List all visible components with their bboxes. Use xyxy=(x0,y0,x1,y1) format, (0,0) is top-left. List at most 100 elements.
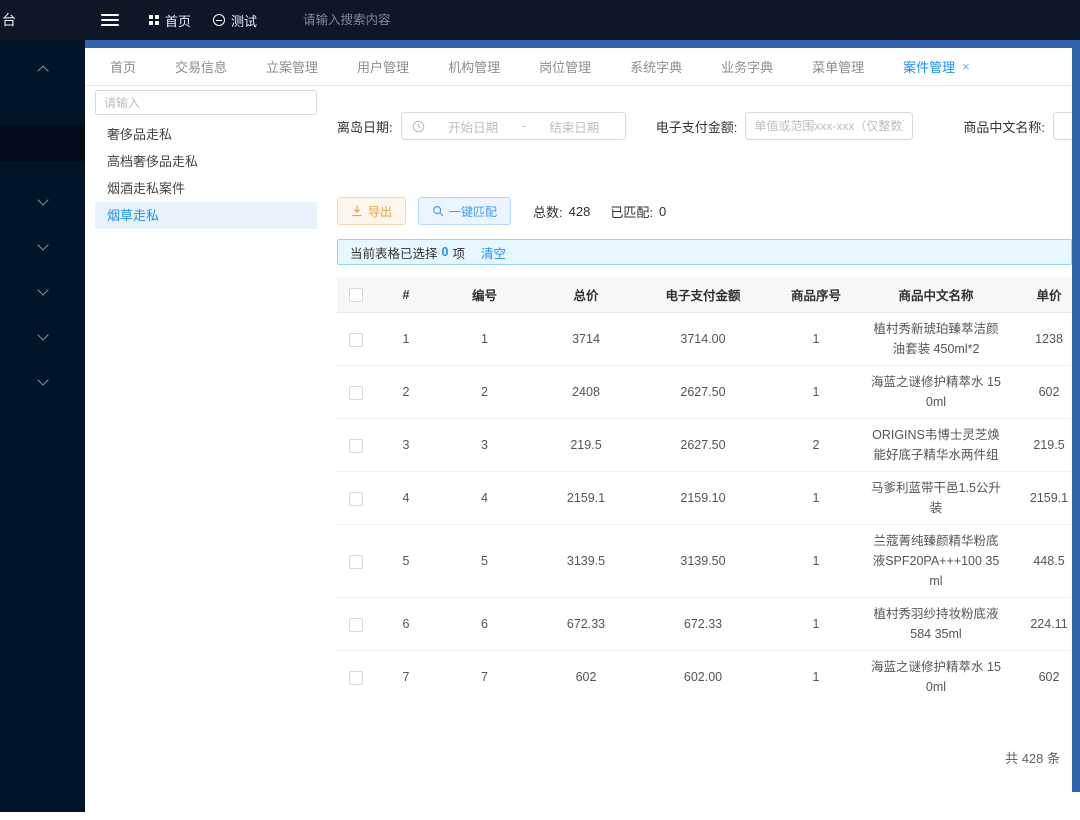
sidebar-item-1[interactable] xyxy=(0,179,85,224)
product-name-filter-label: 商品中文名称: xyxy=(963,117,1045,136)
cell-code: 1 xyxy=(437,313,532,366)
cell-code: 5 xyxy=(437,525,532,598)
table-header-row: # 编号 总价 电子支付金额 商品序号 商品中文名称 单价 xyxy=(337,277,1072,313)
nav-home[interactable]: 首页 xyxy=(149,11,191,30)
tab-home[interactable]: 首页 xyxy=(110,57,136,76)
row-checkbox[interactable] xyxy=(349,333,363,347)
table-row[interactable]: 7 7 602 602.00 1 海蓝之谜修护精萃水 150ml 602 xyxy=(337,651,1072,703)
selection-unit: 项 xyxy=(452,243,465,262)
product-name-input[interactable] xyxy=(1053,112,1072,140)
menu-toggle-icon[interactable] xyxy=(101,14,119,26)
cell-unit: 219.5 xyxy=(1006,419,1072,472)
col-product-name: 商品中文名称 xyxy=(866,277,1006,313)
cell-epay: 2627.50 xyxy=(640,419,766,472)
sidebar-item-4[interactable] xyxy=(0,314,85,359)
sidebar-item-active[interactable] xyxy=(0,125,85,161)
toolbar: 导出 一键匹配 总数: 428 已匹配: 0 xyxy=(337,197,1072,225)
date-separator: - xyxy=(522,119,526,133)
tree-item-tobacco-alcohol[interactable]: 烟酒走私案件 xyxy=(95,175,317,202)
cell-seq: 1 xyxy=(766,472,866,525)
tab-org-management[interactable]: 机构管理 xyxy=(448,57,500,76)
sidebar-item-5[interactable] xyxy=(0,359,85,404)
cell-epay: 2627.50 xyxy=(640,366,766,419)
date-end-placeholder[interactable]: 结束日期 xyxy=(534,117,615,136)
cell-unit: 448.5 xyxy=(1006,525,1072,598)
cell-name: 植村秀羽纱持妆粉底液 584 35ml xyxy=(866,598,1006,651)
tab-transaction-info[interactable]: 交易信息 xyxy=(175,57,227,76)
chevron-up-icon xyxy=(37,65,48,76)
global-search xyxy=(303,11,453,29)
tab-post-management[interactable]: 岗位管理 xyxy=(539,57,591,76)
match-stats: 总数: 428 已匹配: 0 xyxy=(533,202,666,221)
cell-epay: 2159.10 xyxy=(640,472,766,525)
row-checkbox[interactable] xyxy=(349,492,363,506)
tab-bar: 首页 交易信息 立案管理 用户管理 机构管理 岗位管理 系统字典 业务字典 菜单… xyxy=(85,48,1072,86)
tab-system-dict[interactable]: 系统字典 xyxy=(630,57,682,76)
sidebar-item-expanded[interactable] xyxy=(0,49,85,87)
tree-item-highend-luxury[interactable]: 高档奢侈品走私 xyxy=(95,148,317,175)
row-checkbox[interactable] xyxy=(349,386,363,400)
tab-case-management[interactable]: 案件管理 × xyxy=(903,57,970,76)
table-row[interactable]: 1 1 3714 3714.00 1 植村秀新琥珀臻萃洁颜油套装 450ml*2… xyxy=(337,313,1072,366)
match-button-label: 一键匹配 xyxy=(449,203,497,220)
nav-test[interactable]: 测试 xyxy=(213,11,257,30)
select-all-checkbox[interactable] xyxy=(349,288,363,302)
tree-item-tobacco[interactable]: 烟草走私 xyxy=(95,202,317,229)
sidebar-item-2[interactable] xyxy=(0,224,85,269)
tab-menu-management[interactable]: 菜单管理 xyxy=(812,57,864,76)
table-row[interactable]: 6 6 672.33 672.33 1 植村秀羽纱持妆粉底液 584 35ml … xyxy=(337,598,1072,651)
row-checkbox[interactable] xyxy=(349,671,363,685)
cell-index: 6 xyxy=(375,598,437,651)
cell-index: 3 xyxy=(375,419,437,472)
cell-code: 7 xyxy=(437,651,532,703)
cell-code: 2 xyxy=(437,366,532,419)
epay-amount-input[interactable] xyxy=(745,112,913,140)
matched-value: 0 xyxy=(659,204,666,219)
sidebar-spacer xyxy=(0,87,85,125)
tree-search-input[interactable] xyxy=(95,90,317,115)
cell-seq: 1 xyxy=(766,525,866,598)
tab-filing-management[interactable]: 立案管理 xyxy=(266,57,318,76)
app-logo: 台 xyxy=(0,10,85,30)
data-table: # 编号 总价 电子支付金额 商品序号 商品中文名称 单价 1 1 3714 xyxy=(337,277,1072,702)
cell-name: 兰蔻菁纯臻颜精华粉底液SPF20PA+++100 35ml xyxy=(866,525,1006,598)
tree-list: 奢侈品走私 高档奢侈品走私 烟酒走私案件 烟草走私 xyxy=(95,121,317,229)
chevron-down-icon xyxy=(37,284,48,295)
export-button[interactable]: 导出 xyxy=(337,197,406,225)
cell-total: 602 xyxy=(532,651,640,703)
col-epay-amount: 电子支付金额 xyxy=(640,277,766,313)
date-start-placeholder[interactable]: 开始日期 xyxy=(433,117,514,136)
tab-user-management[interactable]: 用户管理 xyxy=(357,57,409,76)
cell-unit: 2159.1 xyxy=(1006,472,1072,525)
cell-index: 7 xyxy=(375,651,437,703)
table-row[interactable]: 4 4 2159.1 2159.10 1 马爹利蓝带干邑1.5公升装 2159.… xyxy=(337,472,1072,525)
data-table-wrap: # 编号 总价 电子支付金额 商品序号 商品中文名称 单价 1 1 3714 xyxy=(337,277,1072,702)
table-row[interactable]: 3 3 219.5 2627.50 2 ORIGINS韦博士灵芝焕能好底子精华水… xyxy=(337,419,1072,472)
one-click-match-button[interactable]: 一键匹配 xyxy=(418,197,511,225)
cell-index: 5 xyxy=(375,525,437,598)
category-tree-panel: 奢侈品走私 高档奢侈品走私 烟酒走私案件 烟草走私 xyxy=(95,90,317,229)
cell-total: 2159.1 xyxy=(532,472,640,525)
table-row[interactable]: 5 5 3139.5 3139.50 1 兰蔻菁纯臻颜精华粉底液SPF20PA+… xyxy=(337,525,1072,598)
row-checkbox[interactable] xyxy=(349,439,363,453)
tree-item-luxury[interactable]: 奢侈品走私 xyxy=(95,121,317,148)
tab-business-dict[interactable]: 业务字典 xyxy=(721,57,773,76)
table-row[interactable]: 2 2 2408 2627.50 1 海蓝之谜修护精萃水 150ml 602 xyxy=(337,366,1072,419)
total-value: 428 xyxy=(569,204,591,219)
sidebar-item-3[interactable] xyxy=(0,269,85,314)
selection-prefix: 当前表格已选择 xyxy=(350,243,438,262)
global-search-input[interactable] xyxy=(303,13,453,27)
date-range-picker[interactable]: 开始日期 - 结束日期 xyxy=(401,112,626,140)
row-checkbox[interactable] xyxy=(349,618,363,632)
cell-unit: 224.11 xyxy=(1006,598,1072,651)
date-filter-label: 离岛日期: xyxy=(337,117,393,136)
cell-name: ORIGINS韦博士灵芝焕能好底子精华水两件组 xyxy=(866,419,1006,472)
cell-unit: 602 xyxy=(1006,651,1072,703)
canvas-strip-right xyxy=(1072,40,1080,792)
row-checkbox[interactable] xyxy=(349,555,363,569)
clear-selection-link[interactable]: 清空 xyxy=(481,243,506,262)
close-icon[interactable]: × xyxy=(962,60,970,73)
cell-epay: 3139.50 xyxy=(640,525,766,598)
cell-total: 3714 xyxy=(532,313,640,366)
pagination-total: 共 428 条 xyxy=(337,748,1072,767)
